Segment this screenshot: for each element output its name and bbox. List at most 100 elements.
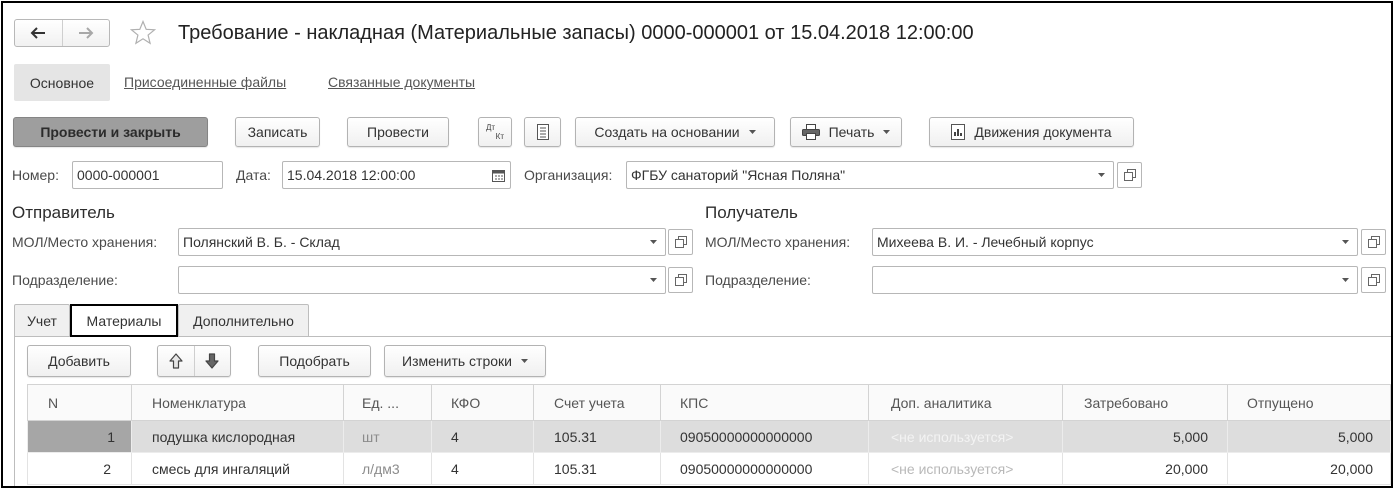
tab-attached-files[interactable]: Присоединенные файлы — [124, 73, 286, 91]
save-button[interactable]: Записать — [235, 117, 320, 147]
column-header-released[interactable]: Отпущено — [1227, 384, 1391, 421]
history-nav — [14, 19, 110, 47]
tab-materials[interactable]: Материалы — [70, 304, 178, 337]
column-header-kps[interactable]: КПС — [660, 384, 869, 421]
pick-button[interactable]: Подобрать — [258, 345, 371, 377]
favorite-button[interactable] — [130, 20, 156, 46]
date-value: 15.04.2018 12:00:00 — [287, 167, 416, 183]
cell-kps: 09050000000000000 — [660, 420, 869, 453]
column-header-analytics[interactable]: Доп. аналитика — [868, 384, 1063, 421]
post-and-close-label: Провести и закрыть — [40, 124, 181, 140]
chevron-down-icon — [1097, 173, 1105, 177]
receiver-department-dropdown-button[interactable] — [1333, 267, 1357, 293]
receiver-storage-field[interactable]: Михеева В. И. - Лечебный корпус — [872, 228, 1358, 256]
sender-department-field[interactable] — [178, 266, 666, 294]
number-field[interactable]: 0000-000001 — [72, 161, 223, 189]
kt-label: Кт — [495, 131, 504, 141]
cell-released: 5,000 — [1227, 420, 1391, 453]
tab-main-label: Основное — [29, 74, 95, 91]
sender-department-dropdown-button[interactable] — [641, 267, 665, 293]
organization-value: ФГБУ санаторий "Ясная Поляна" — [631, 167, 846, 183]
dt-label: Дт — [486, 122, 496, 132]
receiver-department-field[interactable] — [872, 266, 1358, 294]
cell-account: 105.31 — [533, 420, 661, 453]
open-icon — [1367, 274, 1380, 286]
chevron-down-icon — [649, 240, 657, 244]
post-and-close-button[interactable]: Провести и закрыть — [13, 117, 208, 147]
sender-storage-field[interactable]: Полянский В. Б. - Склад — [178, 228, 666, 256]
organization-dropdown-button[interactable] — [1089, 162, 1113, 188]
report-button[interactable] — [524, 117, 561, 147]
column-header-nomenclature[interactable]: Номенклатура — [131, 384, 344, 421]
save-label: Записать — [247, 124, 308, 140]
receiver-storage-dropdown-button[interactable] — [1333, 229, 1357, 255]
sender-department-open-button[interactable] — [668, 267, 693, 293]
tab-accounting[interactable]: Учет — [14, 304, 70, 337]
open-icon — [674, 236, 687, 248]
create-based-on-button[interactable]: Создать на основании — [575, 117, 775, 147]
organization-field[interactable]: ФГБУ санаторий "Ясная Поляна" — [626, 161, 1114, 189]
post-button[interactable]: Провести — [347, 117, 449, 147]
post-label: Провести — [367, 124, 429, 140]
cell-nomenclature: подушка кислородная — [131, 420, 344, 453]
receiver-storage-open-button[interactable] — [1361, 229, 1386, 255]
arrow-up-icon — [169, 353, 183, 369]
date-field[interactable]: 15.04.2018 12:00:00 — [282, 161, 511, 189]
column-header-unit[interactable]: Ед. ... — [343, 384, 432, 421]
dt-kt-button[interactable]: Дт Кт — [478, 117, 512, 147]
tab-main[interactable]: Основное — [14, 64, 110, 101]
chevron-down-icon — [1341, 240, 1349, 244]
column-header-requested[interactable]: Затребовано — [1062, 384, 1228, 421]
pick-label: Подобрать — [279, 353, 350, 369]
cell-kfo: 4 — [431, 452, 534, 485]
open-icon — [674, 274, 687, 286]
print-button[interactable]: Печать — [790, 117, 902, 147]
arrow-left-icon — [30, 27, 46, 39]
tab-additional[interactable]: Дополнительно — [178, 304, 309, 337]
add-row-label: Добавить — [48, 353, 110, 369]
sender-storage-label: МОЛ/Место хранения: — [12, 234, 158, 250]
column-header-account[interactable]: Счет учета — [533, 384, 661, 421]
organization-open-button[interactable] — [1117, 162, 1142, 188]
add-row-button[interactable]: Добавить — [27, 345, 131, 377]
document-form: Требование - накладная (Материальные зап… — [0, 0, 1395, 490]
document-movements-button[interactable]: Движения документа — [929, 117, 1134, 147]
page-title: Требование - накладная (Материальные зап… — [178, 22, 974, 44]
arrow-right-icon — [78, 27, 94, 39]
open-icon — [1367, 236, 1380, 248]
column-header-n[interactable]: N — [27, 384, 132, 421]
back-button[interactable] — [15, 20, 62, 46]
star-icon — [130, 20, 156, 46]
cell-analytics: <не используется> — [868, 420, 1063, 453]
change-rows-label: Изменить строки — [402, 353, 512, 369]
tab-related-documents[interactable]: Связанные документы — [328, 73, 475, 91]
date-label: Дата: — [236, 167, 271, 183]
cell-n: 2 — [27, 452, 132, 485]
cell-kfo: 4 — [431, 420, 534, 453]
printer-icon — [801, 124, 820, 140]
tab-additional-label: Дополнительно — [193, 312, 294, 329]
table-row[interactable]: 2 смесь для ингаляций л/дм3 4 105.31 090… — [27, 452, 1391, 485]
change-rows-button[interactable]: Изменить строки — [384, 345, 546, 377]
materials-table: N Номенклатура Ед. ... КФО Счет учета КП… — [27, 384, 1391, 485]
receiver-department-open-button[interactable] — [1361, 267, 1386, 293]
column-header-kfo[interactable]: КФО — [431, 384, 534, 421]
document-movements-icon — [951, 124, 966, 140]
sender-storage-dropdown-button[interactable] — [641, 229, 665, 255]
number-value: 0000-000001 — [77, 167, 160, 183]
cell-requested: 5,000 — [1062, 420, 1228, 453]
move-up-button[interactable] — [158, 346, 194, 376]
sender-heading: Отправитель — [12, 203, 115, 222]
tab-accounting-label: Учет — [27, 312, 57, 329]
table-row[interactable]: 1 подушка кислородная шт 4 105.31 090500… — [27, 420, 1391, 453]
forward-button[interactable] — [61, 20, 110, 46]
document-movements-label: Движения документа — [974, 124, 1112, 140]
receiver-department-label: Подразделение: — [705, 272, 811, 288]
print-label: Печать — [828, 124, 875, 140]
calendar-button[interactable] — [486, 162, 510, 188]
move-down-button[interactable] — [193, 346, 231, 376]
sender-storage-open-button[interactable] — [668, 229, 693, 255]
organization-label: Организация: — [524, 167, 613, 183]
number-label: Номер: — [12, 167, 59, 183]
calendar-icon — [491, 169, 505, 182]
